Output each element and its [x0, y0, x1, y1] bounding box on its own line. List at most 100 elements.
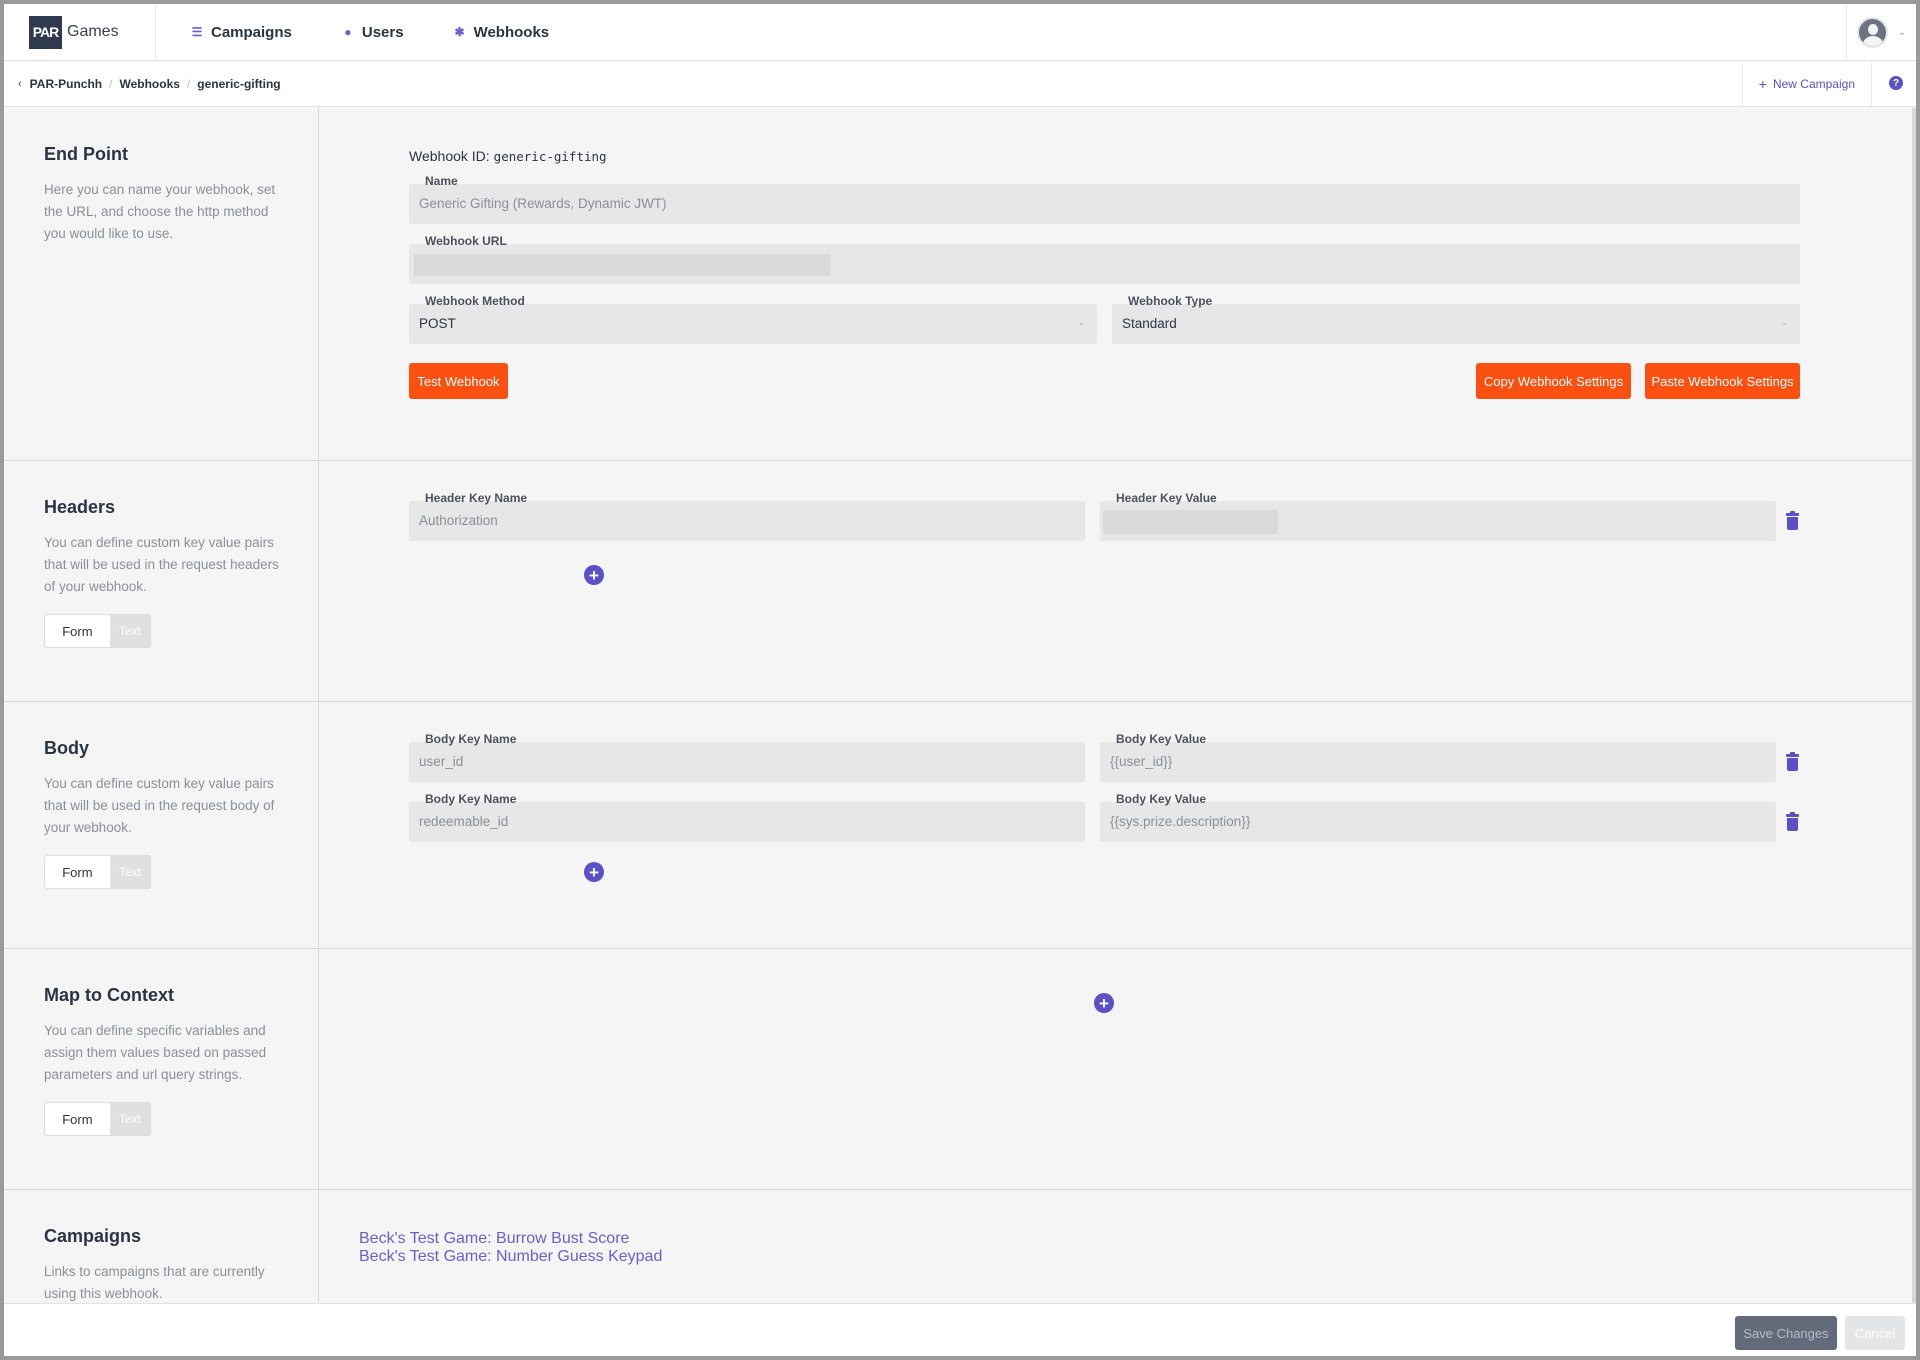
- header-value-field[interactable]: Header Key Value: [1100, 491, 1776, 541]
- section-title: Campaigns: [44, 1226, 142, 1246]
- chevron-down-icon: ⌄: [1078, 318, 1085, 327]
- campaigns-main: Beck's Test Game: Burrow Bust Score Beck…: [319, 1190, 1912, 1303]
- section-title: Headers: [44, 497, 116, 517]
- toggle-text[interactable]: Text: [109, 1103, 150, 1135]
- user-icon: ●: [344, 25, 352, 39]
- field-label: Webhook Type: [1128, 294, 1213, 308]
- toggle-form[interactable]: Form: [45, 615, 110, 647]
- breadcrumb-bar: ‹ PAR-Punchh / Webhooks / generic-giftin…: [4, 62, 1916, 107]
- field-value: Generic Gifting (Rewards, Dynamic JWT): [419, 196, 667, 211]
- name-field[interactable]: Name Generic Gifting (Rewards, Dynamic J…: [409, 174, 1800, 224]
- field-label: Body Key Value: [1116, 732, 1207, 746]
- save-changes-button[interactable]: Save Changes: [1735, 1316, 1837, 1350]
- footer-bar: Save Changes Cancel: [4, 1303, 1916, 1356]
- field-value: redeemable_id: [419, 814, 509, 829]
- breadcrumb-separator: /: [186, 77, 191, 91]
- field-value: {{sys.prize.description}}: [1110, 814, 1251, 829]
- nav-campaigns[interactable]: ☰ Campaigns: [166, 24, 317, 41]
- body-value-field[interactable]: Body Key Value {{sys.prize.description}}: [1100, 792, 1776, 842]
- toggle-form[interactable]: Form: [45, 1103, 110, 1135]
- campaign-link[interactable]: Beck's Test Game: Number Guess Keypad: [359, 1248, 662, 1266]
- section-title: End Point: [44, 144, 128, 164]
- field-value: Standard: [1122, 316, 1177, 331]
- field-label: Header Key Value: [1116, 491, 1217, 505]
- webhook-id: Webhook ID: generic-gifting: [409, 148, 607, 164]
- nav-users[interactable]: ● Users: [317, 24, 429, 41]
- toggle-text[interactable]: Text: [109, 615, 150, 647]
- cancel-button[interactable]: Cancel: [1845, 1316, 1905, 1350]
- section-description: Here you can name your webhook, set the …: [44, 182, 276, 241]
- field-label: Body Key Value: [1116, 792, 1207, 806]
- body-section: Body You can define custom key value pai…: [4, 702, 1912, 949]
- header-key-field[interactable]: Header Key Name Authorization: [409, 491, 1085, 541]
- par-logo: PAR: [29, 15, 62, 49]
- redacted-value: [414, 254, 831, 276]
- endpoint-section: End Point Here you can name your webhook…: [4, 108, 1912, 461]
- new-campaign-label: New Campaign: [1772, 77, 1855, 91]
- context-section: Map to Context You can define specific v…: [4, 949, 1912, 1190]
- copy-webhook-settings-button[interactable]: Copy Webhook Settings: [1476, 363, 1631, 399]
- trash-icon[interactable]: [1786, 812, 1799, 831]
- paste-webhook-settings-button[interactable]: Paste Webhook Settings: [1645, 363, 1800, 399]
- campaign-links: Beck's Test Game: Burrow Bust Score Beck…: [359, 1230, 662, 1266]
- section-description: You can define custom key value pairs th…: [44, 776, 275, 835]
- new-campaign-button[interactable]: + New Campaign: [1741, 62, 1872, 106]
- webhook-id-label: Webhook ID:: [409, 148, 490, 164]
- trash-icon[interactable]: [1786, 752, 1799, 771]
- gear-icon: ✱: [454, 25, 465, 39]
- section-title: Body: [44, 738, 89, 758]
- avatar[interactable]: [1857, 17, 1888, 48]
- field-value: POST: [419, 316, 456, 331]
- body-key-field[interactable]: Body Key Name user_id: [409, 732, 1085, 782]
- breadcrumb: ‹ PAR-Punchh / Webhooks / generic-giftin…: [4, 77, 281, 91]
- headers-side: Headers You can define custom key value …: [4, 461, 319, 701]
- endpoint-side: End Point Here you can name your webhook…: [4, 108, 319, 460]
- field-label: Header Key Name: [425, 491, 528, 505]
- field-value: user_id: [419, 754, 464, 769]
- webhook-url-field[interactable]: Webhook URL: [409, 234, 1800, 284]
- breadcrumb-item[interactable]: generic-gifting: [197, 77, 280, 91]
- context-main: +: [319, 949, 1912, 1189]
- brand[interactable]: PAR Games: [4, 4, 156, 61]
- breadcrumb-item[interactable]: PAR-Punchh: [30, 77, 102, 91]
- nav-campaigns-label: Campaigns: [211, 23, 292, 41]
- toggle-text[interactable]: Text: [109, 856, 150, 888]
- user-menu[interactable]: ⌄: [1846, 4, 1916, 61]
- campaign-link[interactable]: Beck's Test Game: Burrow Bust Score: [359, 1230, 662, 1248]
- add-header-button[interactable]: +: [584, 565, 604, 585]
- plus-icon: +: [1758, 76, 1767, 92]
- webhook-form: End Point Here you can name your webhook…: [4, 108, 1912, 1303]
- breadcrumb-item[interactable]: Webhooks: [119, 77, 179, 91]
- help-icon[interactable]: ?: [1889, 76, 1903, 90]
- chevron-left-icon[interactable]: ‹: [18, 78, 22, 90]
- section-title: Map to Context: [44, 985, 174, 1005]
- webhook-method-select[interactable]: Webhook Method POST ⌄: [409, 294, 1097, 344]
- list-icon: ☰: [191, 25, 203, 39]
- nav-links: ☰ Campaigns ● Users ✱ Webhooks: [156, 4, 574, 61]
- brand-name: Games: [67, 23, 119, 40]
- chevron-down-icon: ⌄: [1781, 318, 1788, 327]
- context-side: Map to Context You can define specific v…: [4, 949, 319, 1189]
- add-context-button[interactable]: +: [1094, 993, 1114, 1013]
- body-key-field[interactable]: Body Key Name redeemable_id: [409, 792, 1085, 842]
- section-description: You can define custom key value pairs th…: [44, 535, 279, 594]
- scrollbar[interactable]: [1912, 108, 1916, 1303]
- body-main: Body Key Name user_id Body Key Value {{u…: [319, 702, 1912, 948]
- nav-webhooks[interactable]: ✱ Webhooks: [429, 24, 575, 41]
- webhook-id-value: generic-gifting: [493, 149, 607, 164]
- body-value-field[interactable]: Body Key Value {{user_id}}: [1100, 732, 1776, 782]
- field-value: Authorization: [419, 513, 498, 528]
- section-description: You can define specific variables and as…: [44, 1023, 267, 1082]
- field-label: Name: [425, 174, 458, 188]
- add-body-button[interactable]: +: [584, 862, 604, 882]
- field-value: {{user_id}}: [1110, 754, 1173, 769]
- headers-main: Header Key Name Authorization Header Key…: [319, 461, 1912, 701]
- trash-icon[interactable]: [1786, 511, 1799, 530]
- nav-users-label: Users: [361, 23, 404, 41]
- field-label: Webhook Method: [425, 294, 525, 308]
- webhook-type-select[interactable]: Webhook Type Standard ⌄: [1112, 294, 1800, 344]
- toggle-form[interactable]: Form: [45, 856, 110, 888]
- app-window: PAR Games ☰ Campaigns ● Users ✱ Webhooks…: [4, 4, 1916, 1356]
- chevron-down-icon: ⌄: [1898, 27, 1907, 38]
- test-webhook-button[interactable]: Test Webhook: [409, 363, 508, 399]
